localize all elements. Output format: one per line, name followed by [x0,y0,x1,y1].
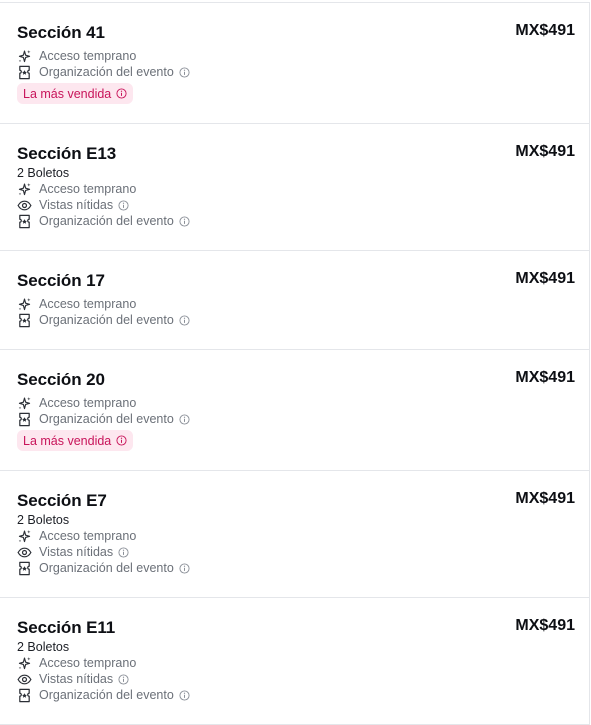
feature-item: Vistas nítidas [17,197,573,213]
feature-item: Acceso temprano [17,395,573,411]
sparkle-icon [18,297,31,310]
feature-item: Vistas nítidas [17,544,573,560]
feature-item: Acceso temprano [17,528,573,544]
listing-price: MX$491 [515,22,575,39]
feature-label: Organización del evento [39,313,174,327]
feature-item: Organización del evento [17,560,573,576]
info-icon[interactable] [179,215,190,227]
sparkle-icon [18,49,31,62]
feature-item: Organización del evento [17,687,573,703]
ticket-listing[interactable]: Sección E7 MX$491 2 Boletos Acceso temprano… [0,471,589,598]
info-icon[interactable] [179,314,190,326]
feature-item: Organización del evento [17,64,573,80]
info-icon[interactable] [116,435,127,446]
sparkle-icon [18,656,31,669]
feature-label: Organización del evento [39,65,174,79]
feature-label: Acceso temprano [39,182,137,196]
section-name: Sección E13 [17,144,117,163]
feature-label: Acceso temprano [39,396,137,410]
feature-label: Acceso temprano [39,656,137,670]
feature-label: Vistas nítidas [39,672,114,686]
feature-item: Acceso temprano [17,48,573,64]
best-seller-badge: La más vendida [17,83,134,104]
ticket-listing[interactable]: Sección E13 MX$491 2 Boletos Acceso tempran… [0,124,589,251]
ticket-listing[interactable]: Sección 17 MX$491 Acceso temprano Organizac… [0,251,589,350]
listing-price: MX$491 [515,617,575,634]
ticket-listing[interactable]: Sección E11 MX$491 2 Boletos Acceso tempran… [0,598,589,725]
info-icon[interactable] [179,562,190,574]
info-icon[interactable] [179,66,190,78]
ticket-quantity: 2 Boletos [17,166,70,180]
section-name: Sección 17 [17,271,105,290]
feature-item: Acceso temprano [17,181,573,197]
eye-icon [17,200,32,210]
feature-item: Acceso temprano [17,655,573,671]
info-icon[interactable] [118,199,129,211]
listing-price: MX$491 [515,490,575,507]
info-icon[interactable] [116,88,127,99]
ticket-listing[interactable]: Sección 41 MX$491 Acceso temprano Organizac… [0,3,589,124]
listing-price: MX$491 [515,143,575,160]
ticket-icon [19,214,30,228]
feature-label: Vistas nítidas [39,198,114,212]
section-name: Sección 41 [17,23,105,42]
info-icon[interactable] [118,546,129,558]
ticket-quantity: 2 Boletos [17,640,70,654]
sparkle-icon [18,529,31,542]
listing-price: MX$491 [515,369,575,386]
feature-label: Vistas nítidas [39,545,114,559]
feature-label: Organización del evento [39,561,174,575]
section-name: Sección E7 [17,491,107,510]
info-icon[interactable] [118,673,129,685]
ticket-quantity: 2 Boletos [17,513,70,527]
feature-label: Acceso temprano [39,529,137,543]
sparkle-icon [18,396,31,409]
feature-label: Acceso temprano [39,297,137,311]
section-name: Sección 20 [17,370,105,389]
badge-label: La más vendida [23,86,112,101]
info-icon[interactable] [179,689,190,701]
feature-label: Organización del evento [39,688,174,702]
ticket-listing[interactable]: Sección 20 MX$491 Acceso temprano Organizac… [0,350,589,471]
feature-label: Organización del evento [39,214,174,228]
eye-icon [17,674,32,684]
feature-item: Organización del evento [17,213,573,229]
sparkle-icon [18,182,31,195]
ticket-icon [19,313,30,327]
badge-label: La más vendida [23,433,112,448]
ticket-icon [19,412,30,426]
feature-label: Organización del evento [39,412,174,426]
ticket-icon [19,688,30,702]
feature-item: Organización del evento [17,411,573,427]
feature-item: Vistas nítidas [17,671,573,687]
listing-price: MX$491 [515,270,575,287]
info-icon[interactable] [179,413,190,425]
ticket-listing-list: Sección 41 MX$491 Acceso temprano Organizac… [0,2,590,725]
section-name: Sección E11 [17,618,116,637]
best-seller-badge: La más vendida [17,430,134,451]
feature-item: Organización del evento [17,312,573,328]
feature-label: Acceso temprano [39,49,137,63]
ticket-icon [19,65,30,79]
eye-icon [17,547,32,557]
ticket-icon [19,561,30,575]
feature-item: Acceso temprano [17,296,573,312]
